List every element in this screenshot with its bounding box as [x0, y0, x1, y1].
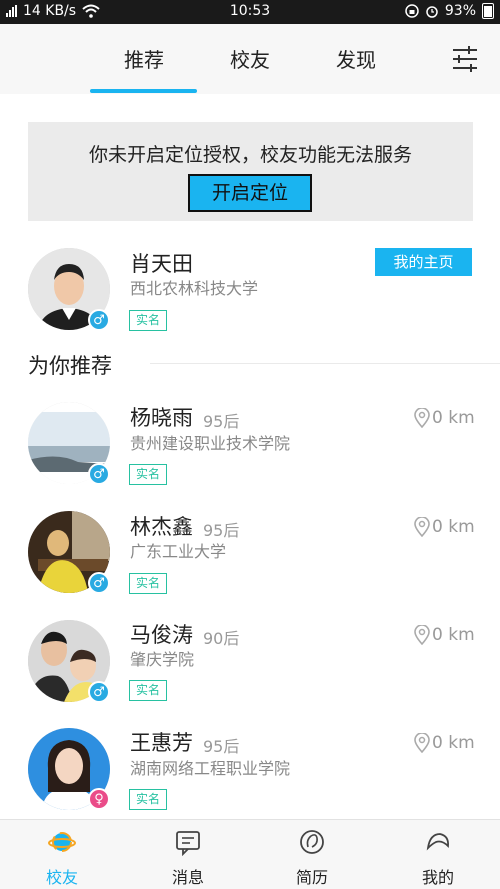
male-gender-icon: ♂ — [88, 681, 110, 703]
my-homepage-button[interactable]: 我的主页 — [375, 248, 472, 276]
message-icon — [176, 831, 200, 856]
status-right: 93% — [405, 3, 494, 19]
battery-icon — [482, 3, 494, 19]
resume-icon — [300, 830, 324, 854]
user-distance: 0 km — [414, 733, 475, 753]
tab-alumni[interactable]: 校友 — [200, 44, 300, 73]
enable-location-button[interactable]: 开启定位 — [188, 174, 312, 212]
top-tab-bar: 推荐 校友 发现 — [0, 24, 500, 94]
user-distance: 0 km — [414, 517, 475, 537]
user-distance: 0 km — [414, 408, 475, 428]
user-distance: 0 km — [414, 625, 475, 645]
location-pin-icon — [414, 408, 430, 428]
location-pin-icon — [414, 625, 430, 645]
status-bar: 14 KB/s 10:53 93% — [0, 0, 500, 24]
verified-badge: 实名 — [129, 680, 168, 701]
user-name: 林杰鑫 — [130, 515, 193, 539]
battery-percent: 93% — [444, 3, 476, 19]
distance-value: 0 km — [432, 517, 475, 537]
user-age-group: 95后 — [203, 412, 240, 431]
female-gender-icon: ♀ — [88, 788, 110, 810]
nav-label: 我的 — [421, 868, 454, 887]
male-gender-icon: ♂ — [88, 463, 110, 485]
verified-badge: 实名 — [129, 789, 168, 810]
location-permission-message: 你未开启定位授权，校友功能无法服务 — [88, 144, 412, 166]
distance-value: 0 km — [432, 733, 475, 753]
section-divider — [150, 363, 500, 364]
nav-label: 消息 — [171, 868, 204, 887]
verified-badge: 实名 — [129, 573, 168, 594]
nav-resume[interactable]: 简历 — [262, 820, 362, 889]
distance-value: 0 km — [432, 625, 475, 645]
bottom-nav-bar: 校友 消息 简历 我的 — [0, 819, 500, 889]
lock-rotation-icon — [405, 4, 419, 18]
user-school: 湖南网络工程职业学院 — [130, 759, 291, 778]
tab-discover[interactable]: 发现 — [306, 44, 406, 73]
location-pin-icon — [414, 517, 430, 537]
user-name: 王惠芳 — [130, 731, 193, 755]
alarm-icon — [426, 6, 438, 18]
nav-messages[interactable]: 消息 — [138, 820, 238, 889]
user-name: 杨晓雨 — [130, 406, 193, 430]
user-age-group: 95后 — [203, 737, 240, 756]
user-name: 马俊涛 — [130, 623, 193, 647]
recommend-section-title: 为你推荐 — [28, 354, 112, 378]
tab-recommend[interactable]: 推荐 — [94, 44, 194, 73]
nav-label: 简历 — [295, 868, 328, 887]
male-gender-icon: ♂ — [88, 572, 110, 594]
user-age-group: 90后 — [203, 629, 240, 648]
location-pin-icon — [414, 733, 430, 753]
filter-icon[interactable] — [450, 44, 480, 74]
user-school: 肇庆学院 — [130, 650, 195, 669]
nav-alumni[interactable]: 校友 — [12, 820, 112, 889]
nav-profile[interactable]: 我的 — [388, 820, 488, 889]
my-name: 肖天田 — [130, 252, 193, 276]
planet-icon — [48, 832, 76, 852]
distance-value: 0 km — [432, 408, 475, 428]
user-school: 贵州建设职业技术学院 — [130, 434, 291, 453]
nav-label: 校友 — [45, 868, 78, 887]
verified-badge: 实名 — [129, 310, 168, 331]
location-permission-banner: 你未开启定位授权，校友功能无法服务 开启定位 — [28, 122, 473, 221]
user-school: 广东工业大学 — [130, 542, 227, 561]
active-tab-indicator — [90, 89, 197, 93]
verified-badge: 实名 — [129, 464, 168, 485]
my-school: 西北农林科技大学 — [130, 279, 259, 298]
male-gender-icon: ♂ — [88, 309, 110, 331]
profile-icon — [426, 833, 449, 851]
